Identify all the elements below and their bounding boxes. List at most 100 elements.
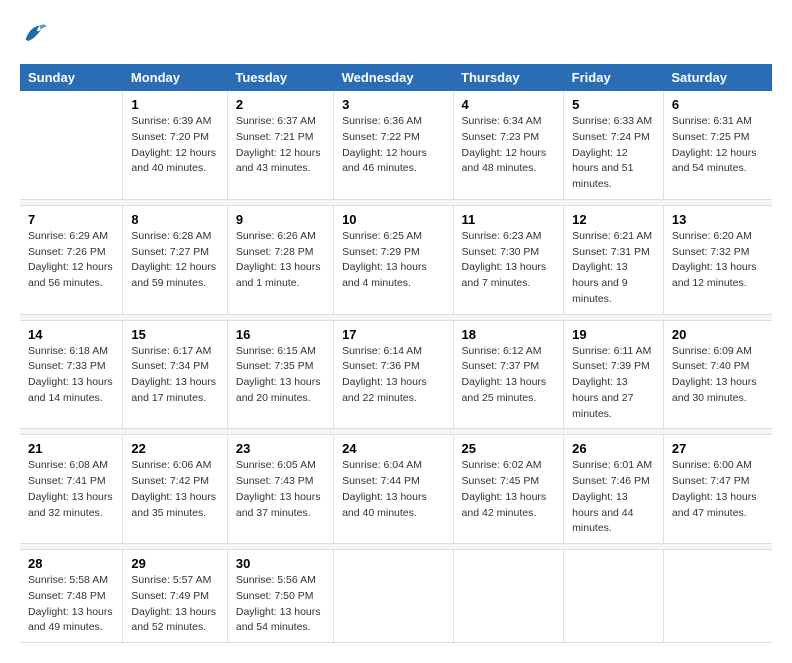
col-header-saturday: Saturday xyxy=(663,64,772,91)
day-cell: 16 Sunrise: 6:15 AMSunset: 7:35 PMDayligh… xyxy=(227,320,333,429)
day-info: Sunrise: 6:21 AMSunset: 7:31 PMDaylight:… xyxy=(572,229,655,308)
day-number: 16 xyxy=(236,327,325,342)
day-info: Sunrise: 6:02 AMSunset: 7:45 PMDaylight:… xyxy=(462,458,556,521)
day-number: 13 xyxy=(672,212,764,227)
logo-icon xyxy=(20,20,48,48)
day-cell: 22Sunrise: 6:06 AMSunset: 7:42 PMDayligh… xyxy=(123,435,227,544)
day-info: Sunrise: 6:33 AMSunset: 7:24 PMDaylight:… xyxy=(572,114,655,193)
calendar-table: SundayMondayTuesdayWednesdayThursdayFrid… xyxy=(20,64,772,643)
day-cell xyxy=(20,91,123,199)
day-info: Sunrise: 6:18 AMSunset: 7:33 PMDaylight:… xyxy=(28,344,114,407)
day-info: Sunrise: 6:37 AMSunset: 7:21 PMDaylight:… xyxy=(236,114,325,177)
day-cell: 14 Sunrise: 6:18 AMSunset: 7:33 PMDayligh… xyxy=(20,320,123,429)
day-info: Sunrise: 6:12 AMSunset: 7:37 PMDaylight:… xyxy=(462,344,556,407)
day-info: Sunrise: 6:34 AMSunset: 7:23 PMDaylight:… xyxy=(462,114,556,177)
day-cell xyxy=(663,550,772,643)
day-cell: 17 Sunrise: 6:14 AMSunset: 7:36 PMDayligh… xyxy=(334,320,453,429)
day-cell: 19 Sunrise: 6:11 AMSunset: 7:39 PMDayligh… xyxy=(564,320,664,429)
col-header-thursday: Thursday xyxy=(453,64,564,91)
day-cell: 2 Sunrise: 6:37 AMSunset: 7:21 PMDaylight… xyxy=(227,91,333,199)
day-cell: 26 Sunrise: 6:01 AMSunset: 7:46 PMDayligh… xyxy=(564,435,664,544)
day-info: Sunrise: 5:57 AMSunset: 7:49 PMDaylight:… xyxy=(131,573,218,636)
day-cell: 13 Sunrise: 6:20 AMSunset: 7:32 PMDayligh… xyxy=(663,205,772,314)
day-info: Sunrise: 6:01 AMSunset: 7:46 PMDaylight:… xyxy=(572,458,655,537)
day-number: 5 xyxy=(572,97,655,112)
day-cell: 7 Sunrise: 6:29 AMSunset: 7:26 PMDaylight… xyxy=(20,205,123,314)
col-header-wednesday: Wednesday xyxy=(334,64,453,91)
day-number: 19 xyxy=(572,327,655,342)
day-number: 8 xyxy=(131,212,218,227)
col-header-friday: Friday xyxy=(564,64,664,91)
day-info: Sunrise: 6:17 AMSunset: 7:34 PMDaylight:… xyxy=(131,344,218,407)
day-number: 30 xyxy=(236,556,325,571)
week-row-1: 1 Sunrise: 6:39 AMSunset: 7:20 PMDaylight… xyxy=(20,91,772,199)
day-number: 3 xyxy=(342,97,444,112)
day-info: Sunrise: 6:23 AMSunset: 7:30 PMDaylight:… xyxy=(462,229,556,292)
week-row-5: 28 Sunrise: 5:58 AMSunset: 7:48 PMDayligh… xyxy=(20,550,772,643)
day-number: 4 xyxy=(462,97,556,112)
day-cell: 29 Sunrise: 5:57 AMSunset: 7:49 PMDayligh… xyxy=(123,550,227,643)
header xyxy=(20,20,772,48)
day-number: 6 xyxy=(672,97,764,112)
day-info: Sunrise: 6:04 AMSunset: 7:44 PMDaylight:… xyxy=(342,458,444,521)
day-number: 2 xyxy=(236,97,325,112)
day-info: Sunrise: 6:29 AMSunset: 7:26 PMDaylight:… xyxy=(28,229,114,292)
day-cell: 30 Sunrise: 5:56 AMSunset: 7:50 PMDayligh… xyxy=(227,550,333,643)
day-info: Sunrise: 6:26 AMSunset: 7:28 PMDaylight:… xyxy=(236,229,325,292)
day-cell: 25 Sunrise: 6:02 AMSunset: 7:45 PMDayligh… xyxy=(453,435,564,544)
week-row-2: 7 Sunrise: 6:29 AMSunset: 7:26 PMDaylight… xyxy=(20,205,772,314)
day-info: Sunrise: 5:58 AMSunset: 7:48 PMDaylight:… xyxy=(28,573,114,636)
day-number: 26 xyxy=(572,441,655,456)
day-number: 15 xyxy=(131,327,218,342)
col-header-monday: Monday xyxy=(123,64,227,91)
day-cell: 27Sunrise: 6:00 AMSunset: 7:47 PMDayligh… xyxy=(663,435,772,544)
day-cell: 24 Sunrise: 6:04 AMSunset: 7:44 PMDayligh… xyxy=(334,435,453,544)
day-number: 29 xyxy=(131,556,218,571)
day-info: Sunrise: 6:09 AMSunset: 7:40 PMDaylight:… xyxy=(672,344,764,407)
day-info: Sunrise: 6:39 AMSunset: 7:20 PMDaylight:… xyxy=(131,114,218,177)
day-cell xyxy=(453,550,564,643)
day-number: 20 xyxy=(672,327,764,342)
day-info: Sunrise: 6:06 AMSunset: 7:42 PMDaylight:… xyxy=(131,458,218,521)
day-number: 17 xyxy=(342,327,444,342)
day-info: Sunrise: 6:08 AMSunset: 7:41 PMDaylight:… xyxy=(28,458,114,521)
day-number: 18 xyxy=(462,327,556,342)
day-cell: 28 Sunrise: 5:58 AMSunset: 7:48 PMDayligh… xyxy=(20,550,123,643)
day-number: 11 xyxy=(462,212,556,227)
day-info: Sunrise: 6:31 AMSunset: 7:25 PMDaylight:… xyxy=(672,114,764,177)
day-number: 7 xyxy=(28,212,114,227)
day-number: 14 xyxy=(28,327,114,342)
day-info: Sunrise: 6:25 AMSunset: 7:29 PMDaylight:… xyxy=(342,229,444,292)
day-info: Sunrise: 6:15 AMSunset: 7:35 PMDaylight:… xyxy=(236,344,325,407)
day-cell: 8Sunrise: 6:28 AMSunset: 7:27 PMDaylight… xyxy=(123,205,227,314)
day-number: 9 xyxy=(236,212,325,227)
day-cell xyxy=(334,550,453,643)
day-cell: 1 Sunrise: 6:39 AMSunset: 7:20 PMDaylight… xyxy=(123,91,227,199)
day-cell: 20 Sunrise: 6:09 AMSunset: 7:40 PMDayligh… xyxy=(663,320,772,429)
day-cell xyxy=(564,550,664,643)
day-cell: 15 Sunrise: 6:17 AMSunset: 7:34 PMDayligh… xyxy=(123,320,227,429)
day-cell: 18 Sunrise: 6:12 AMSunset: 7:37 PMDayligh… xyxy=(453,320,564,429)
day-number: 21 xyxy=(28,441,114,456)
week-row-4: 21 Sunrise: 6:08 AMSunset: 7:41 PMDayligh… xyxy=(20,435,772,544)
day-info: Sunrise: 6:11 AMSunset: 7:39 PMDaylight:… xyxy=(572,344,655,423)
day-cell: 4 Sunrise: 6:34 AMSunset: 7:23 PMDaylight… xyxy=(453,91,564,199)
day-cell: 23 Sunrise: 6:05 AMSunset: 7:43 PMDayligh… xyxy=(227,435,333,544)
day-cell: 10Sunrise: 6:25 AMSunset: 7:29 PMDayligh… xyxy=(334,205,453,314)
day-number: 28 xyxy=(28,556,114,571)
day-cell: 12 Sunrise: 6:21 AMSunset: 7:31 PMDayligh… xyxy=(564,205,664,314)
col-header-sunday: Sunday xyxy=(20,64,123,91)
day-number: 25 xyxy=(462,441,556,456)
day-number: 24 xyxy=(342,441,444,456)
day-info: Sunrise: 5:56 AMSunset: 7:50 PMDaylight:… xyxy=(236,573,325,636)
day-info: Sunrise: 6:20 AMSunset: 7:32 PMDaylight:… xyxy=(672,229,764,292)
day-number: 1 xyxy=(131,97,218,112)
day-number: 27 xyxy=(672,441,764,456)
day-info: Sunrise: 6:14 AMSunset: 7:36 PMDaylight:… xyxy=(342,344,444,407)
day-number: 23 xyxy=(236,441,325,456)
day-cell: 11 Sunrise: 6:23 AMSunset: 7:30 PMDayligh… xyxy=(453,205,564,314)
day-info: Sunrise: 6:05 AMSunset: 7:43 PMDaylight:… xyxy=(236,458,325,521)
col-header-tuesday: Tuesday xyxy=(227,64,333,91)
day-cell: 3Sunrise: 6:36 AMSunset: 7:22 PMDaylight… xyxy=(334,91,453,199)
day-number: 12 xyxy=(572,212,655,227)
